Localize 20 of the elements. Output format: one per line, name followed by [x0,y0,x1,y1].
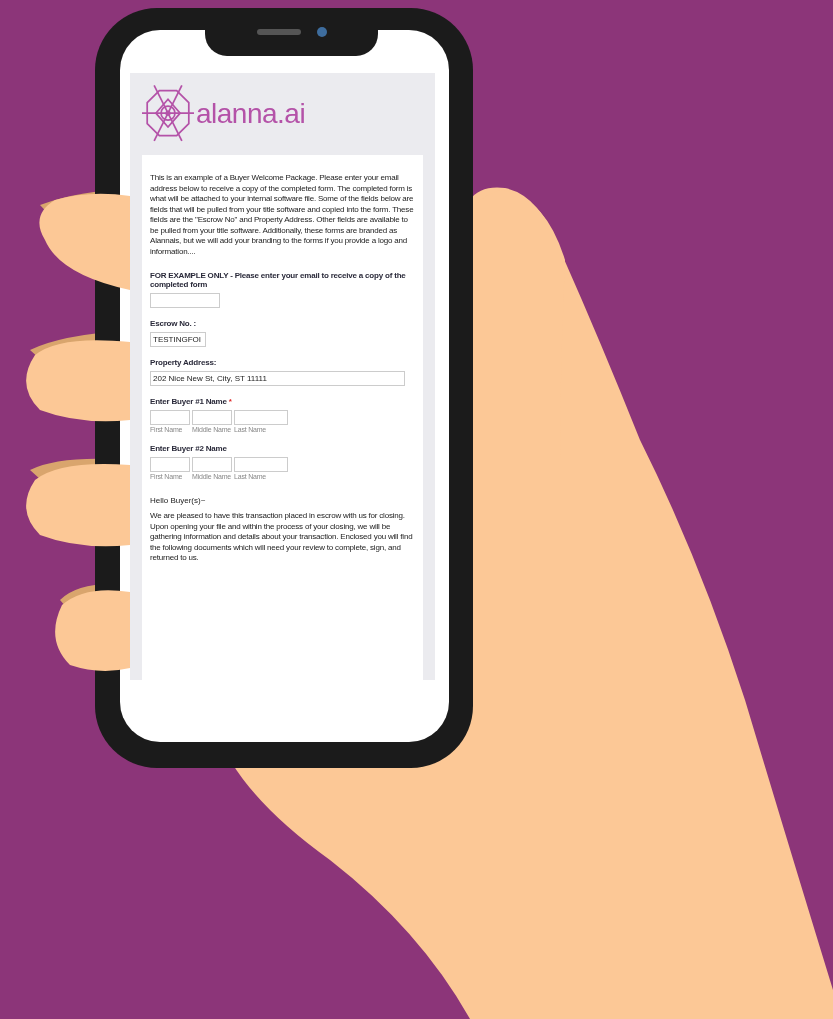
field-label: Enter Buyer #1 Name * [150,397,233,406]
name-field[interactable] [234,457,288,472]
name-field[interactable] [150,410,190,425]
email-field[interactable] [150,293,220,308]
name-field[interactable] [192,410,232,425]
escrow-field[interactable]: TESTINGFOI [150,332,206,347]
field-label: Escrow No. : [150,319,198,328]
name-field[interactable] [234,410,288,425]
name-field[interactable] [192,457,232,472]
field-label: FOR EXAMPLE ONLY - Please enter your email to receive a copy of the completed form [150,271,407,289]
logo-text: alanna.ai [196,98,306,130]
field-label: Property Address: [150,358,218,367]
address-field[interactable]: 202 Nice New St, City, ST 11111 [150,371,405,386]
greeting-text: Hello Buyer(s)~ [150,496,207,505]
intro-paragraph: This is an example of a Buyer Welcome Package. Please enter your email address below to receive a copy of the completed form. The completed form is what will be attached to your internal software file. Some of the fields below are fields that will be pulled from your title software and copied into the form. These fields are the "Escrow No" and Property Address. Other fields are available to be pulled from your title software. Additionally, these forms are branded as Alannais, but we will add your branding to the forms if you provide a logo and information.... [150,173,415,257]
speaker-icon [256,29,301,35]
camera-icon [316,27,327,37]
field-label: Enter Buyer #2 Name [150,444,228,453]
name-field[interactable] [150,457,190,472]
message-paragraph: We are pleased to have this transaction placed in escrow with us for closing. Upon opening your file and within the process of your closing, we will be gathering information and details about your transaction. Enclosed you will find the following documents which will need your review to complete, sign, and returned to us. [150,511,414,564]
